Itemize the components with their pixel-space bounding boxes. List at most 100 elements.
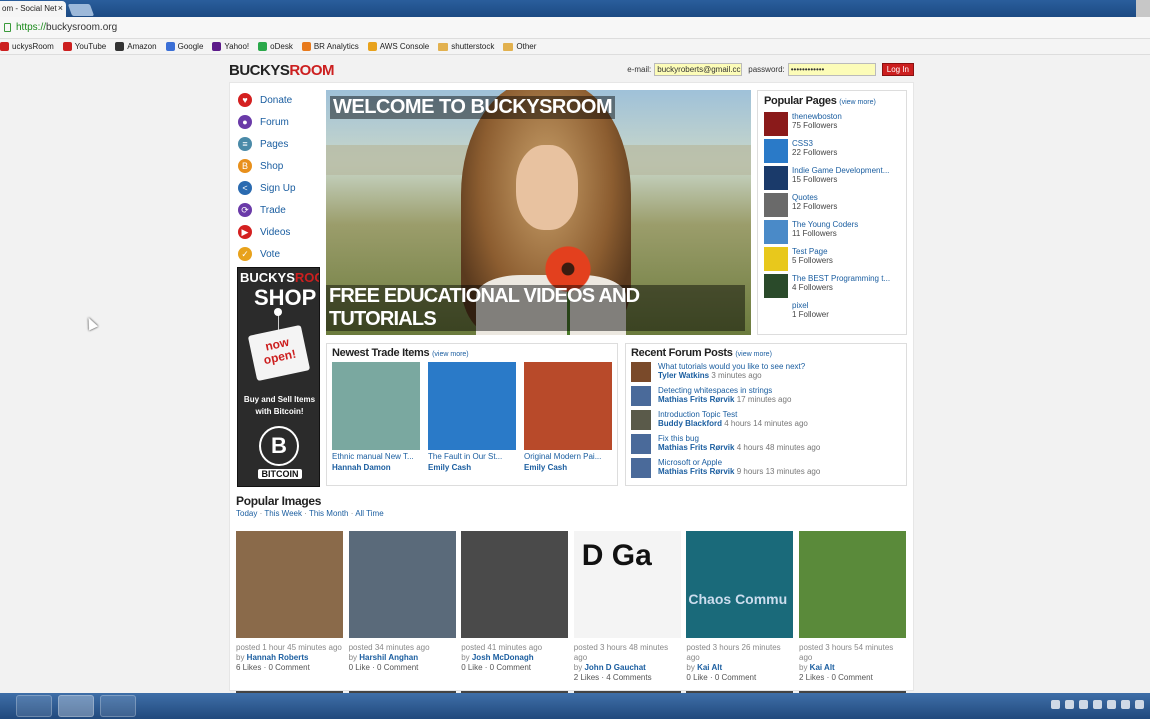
sidebar-item-trade[interactable]: ⟳ Trade — [238, 199, 328, 221]
trade-item[interactable]: Original Modern Pai... Emily Cash — [524, 362, 612, 472]
bookmark-item[interactable]: BR Analytics — [301, 42, 359, 51]
avatar[interactable] — [631, 410, 651, 430]
sidebar-item-donate[interactable]: ♥ Donate — [238, 89, 328, 111]
bookmark-item[interactable]: YouTube — [62, 42, 106, 51]
trade-item[interactable]: Ethnic manual New T... Hannah Damon — [332, 362, 420, 472]
popular-page-item[interactable]: Quotes 12 Followers — [764, 193, 900, 220]
image-filter-link[interactable]: All Time — [355, 509, 383, 518]
hero-banner[interactable]: WELCOME TO BUCKYSROOM FREE EDUCATIONAL V… — [326, 90, 751, 335]
forum-post-user[interactable]: Mathias Frits Rørvik — [658, 395, 734, 404]
popular-page-item[interactable]: pixel 1 Follower — [764, 301, 900, 328]
page-thumbnail[interactable] — [764, 139, 788, 163]
forum-post-title[interactable]: What tutorials would you like to see nex… — [658, 362, 805, 371]
forum-post-title[interactable]: Introduction Topic Test — [658, 410, 808, 419]
popular-page-item[interactable]: Indie Game Development... 15 Followers — [764, 166, 900, 193]
forum-post-user[interactable]: Mathias Frits Rørvik — [658, 443, 734, 452]
tray-icon[interactable] — [1121, 700, 1130, 709]
password-field[interactable]: •••••••••••• — [787, 63, 876, 76]
trade-item-user[interactable]: Hannah Damon — [332, 463, 420, 472]
trade-item-user[interactable]: Emily Cash — [428, 463, 516, 472]
bookmark-item[interactable]: shutterstock — [438, 42, 494, 51]
bookmark-item[interactable]: Other — [503, 42, 536, 51]
tray-icon[interactable] — [1093, 700, 1102, 709]
image-filter-link[interactable]: This Month — [309, 509, 349, 518]
page-name-link[interactable]: The BEST Programming t... — [792, 274, 902, 283]
image-filter-link[interactable]: Today — [236, 509, 257, 518]
email-field[interactable]: buckyroberts@gmail.cc — [654, 63, 743, 76]
page-name-link[interactable]: pixel — [792, 301, 902, 310]
url-text[interactable]: https://buckysroom.org — [16, 22, 117, 33]
forum-post-title[interactable]: Detecting whitespaces in strings — [658, 386, 791, 395]
sidebar-item-pages[interactable]: ≡ Pages — [238, 133, 328, 155]
trade-item-user[interactable]: Emily Cash — [524, 463, 612, 472]
avatar[interactable] — [631, 386, 651, 406]
avatar[interactable] — [631, 362, 651, 382]
tab-close-icon[interactable]: × — [58, 3, 63, 13]
popular-page-item[interactable]: thenewboston 75 Followers — [764, 112, 900, 139]
bookmark-item[interactable]: uckysRoom — [0, 42, 54, 51]
page-name-link[interactable]: Test Page — [792, 247, 902, 256]
image-thumbnail[interactable]: Chaos Commu — [686, 531, 794, 638]
popular-page-item[interactable]: Test Page 5 Followers — [764, 247, 900, 274]
trade-item-image[interactable] — [524, 362, 612, 450]
bookmark-item[interactable]: Yahoo! — [212, 42, 249, 51]
sidebar-item-videos[interactable]: ▶ Videos — [238, 221, 328, 243]
browser-tab[interactable]: om - Social Net × — [0, 1, 66, 17]
page-thumbnail[interactable] — [764, 247, 788, 271]
image-thumbnail[interactable] — [236, 531, 343, 638]
tray-icon[interactable] — [1079, 700, 1088, 709]
image-filter-link[interactable]: This Week — [264, 509, 302, 518]
image-author-link[interactable]: Kai Alt — [697, 663, 722, 672]
image-author-link[interactable]: Josh McDonagh — [472, 653, 534, 662]
window-close-button[interactable] — [1136, 0, 1150, 17]
image-thumbnail[interactable] — [461, 531, 569, 638]
login-button[interactable]: Log In — [881, 63, 914, 76]
page-thumbnail[interactable] — [764, 220, 788, 244]
tray-icon[interactable] — [1107, 700, 1116, 709]
trade-item-name[interactable]: The Fault in Our St... — [428, 452, 516, 461]
bookmark-item[interactable]: Google — [165, 42, 203, 51]
trade-item-name[interactable]: Original Modern Pai... — [524, 452, 612, 461]
bookmark-item[interactable]: oDesk — [258, 42, 293, 51]
page-thumbnail[interactable] — [764, 274, 788, 298]
media-player-taskbar-button[interactable] — [16, 695, 52, 717]
page-name-link[interactable]: Indie Game Development... — [792, 166, 902, 175]
bookmark-item[interactable]: Amazon — [115, 42, 157, 51]
image-thumbnail[interactable] — [348, 531, 456, 638]
avatar[interactable] — [631, 458, 651, 478]
trade-item[interactable]: The Fault in Our St... Emily Cash — [428, 362, 516, 472]
image-author-link[interactable]: Kai Alt — [810, 663, 835, 672]
image-thumbnail[interactable]: D Ga — [573, 531, 681, 638]
popular-page-item[interactable]: The Young Coders 11 Followers — [764, 220, 900, 247]
page-thumbnail[interactable] — [764, 112, 788, 136]
bookmark-item[interactable]: AWS Console — [367, 42, 429, 51]
sidebar-item-sign-up[interactable]: < Sign Up — [238, 177, 328, 199]
page-name-link[interactable]: Quotes — [792, 193, 902, 202]
address-bar[interactable]: https://buckysroom.org — [0, 17, 1150, 39]
popular-pages-view-more[interactable]: (view more) — [839, 99, 876, 106]
forum-post-user[interactable]: Buddy Blackford — [658, 419, 722, 428]
page-name-link[interactable]: thenewboston — [792, 112, 902, 121]
new-tab-button[interactable] — [67, 4, 95, 16]
forum-post-user[interactable]: Mathias Frits Rørvik — [658, 467, 734, 476]
site-logo[interactable]: BUCKYSROOM — [229, 62, 335, 79]
tray-icon[interactable] — [1065, 700, 1074, 709]
trade-item-image[interactable] — [428, 362, 516, 450]
popular-page-item[interactable]: CSS3 22 Followers — [764, 139, 900, 166]
image-thumbnail[interactable] — [799, 531, 906, 638]
page-name-link[interactable]: The Young Coders — [792, 220, 902, 229]
explorer-taskbar-button[interactable] — [100, 695, 136, 717]
trade-view-more[interactable]: (view more) — [432, 351, 469, 358]
tray-icon[interactable] — [1051, 700, 1060, 709]
forum-post-title[interactable]: Fix this bug — [658, 434, 820, 443]
forum-post-user[interactable]: Tyler Watkins — [658, 371, 709, 380]
forum-post-title[interactable]: Microsoft or Apple — [658, 458, 820, 467]
page-thumbnail[interactable] — [764, 193, 788, 217]
image-author-link[interactable]: Harshil Anghan — [359, 653, 418, 662]
image-author-link[interactable]: Hannah Roberts — [247, 653, 309, 662]
image-author-link[interactable]: John D Gauchat — [584, 663, 645, 672]
trade-item-name[interactable]: Ethnic manual New T... — [332, 452, 420, 461]
tray-icon[interactable] — [1135, 700, 1144, 709]
sidebar-item-forum[interactable]: ● Forum — [238, 111, 328, 133]
chrome-taskbar-button[interactable] — [58, 695, 94, 717]
